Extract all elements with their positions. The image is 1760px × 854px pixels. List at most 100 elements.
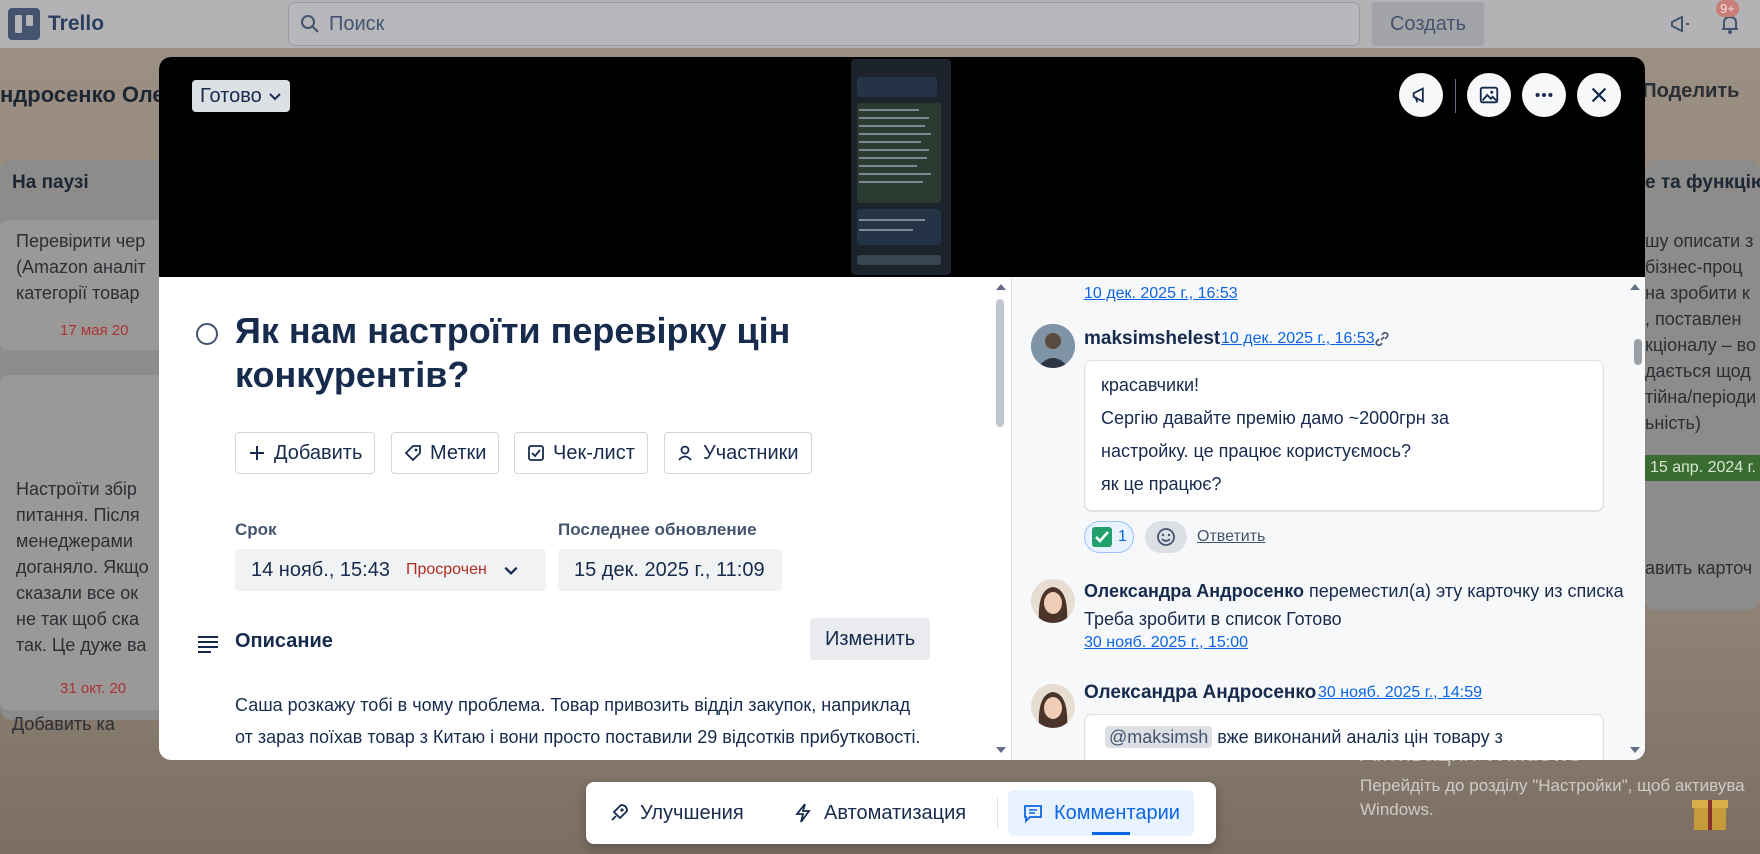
megaphone-icon[interactable]	[1668, 12, 1692, 36]
labels-button-label: Метки	[430, 441, 487, 464]
list-status-dropdown[interactable]: Готово	[192, 80, 290, 112]
list-status-label: Готово	[200, 84, 262, 107]
checklist-button-label: Чек-лист	[553, 441, 635, 464]
avatar[interactable]	[1031, 579, 1075, 623]
add-reaction-button[interactable]	[1145, 521, 1187, 553]
previous-activity-timestamp[interactable]: 10 дек. 2025 г., 16:53	[1084, 285, 1238, 303]
comment-body[interactable]: красавчики! Сергію давайте премію дамо ~…	[1084, 360, 1604, 511]
comment-line: настройку. це працює користуємось?	[1101, 441, 1411, 461]
megaphone-button[interactable]	[1399, 73, 1443, 117]
notification-badge: 9+	[1716, 0, 1739, 17]
reply-link[interactable]: Ответить	[1197, 528, 1265, 546]
lightning-icon	[795, 803, 811, 823]
scroll-up-arrow-icon[interactable]	[995, 283, 1007, 291]
board-card-text: Настроїти збір питання. Після менеджерам…	[16, 479, 149, 655]
chevron-down-icon	[269, 93, 281, 101]
comment-timestamp[interactable]: 30 нояб. 2025 г., 14:59	[1318, 684, 1482, 702]
board-card-text[interactable]: шу описати з бізнес-проц на зробити к , …	[1645, 228, 1756, 436]
left-scrollbar[interactable]	[996, 299, 1004, 427]
comment-timestamp[interactable]: 10 дек. 2025 г., 16:53	[1221, 330, 1375, 348]
overdue-badge: Просрочен	[405, 561, 487, 578]
comment-icon	[1024, 805, 1042, 824]
members-button-label: Участники	[703, 441, 799, 464]
description-text[interactable]: Саша розкажу тобі в чому проблема. Товар…	[235, 689, 925, 760]
list-title-right[interactable]: е та функцію	[1645, 172, 1760, 194]
add-card-button[interactable]: Добавить ка	[12, 714, 115, 735]
activity-timestamp[interactable]: 30 нояб. 2025 г., 15:00	[1084, 634, 1248, 652]
comments-tab-label: Комментарии	[1054, 801, 1180, 824]
reaction-button[interactable]: 1	[1084, 521, 1134, 553]
checklist-button[interactable]: Чек-лист	[514, 432, 648, 474]
comment-line: Сергію давайте премію дамо ~2000грн за	[1101, 408, 1449, 428]
card-title[interactable]: Як нам настроїти перевірку цін конкурент…	[235, 309, 855, 397]
scroll-down-arrow-icon[interactable]	[995, 746, 1007, 754]
list-title-on-pause[interactable]: На паузі	[12, 172, 89, 194]
labels-button[interactable]: Метки	[391, 432, 500, 474]
avatar[interactable]	[1031, 324, 1075, 368]
trello-logo[interactable]: Trello	[8, 8, 104, 40]
right-scrollbar[interactable]	[1634, 339, 1642, 365]
description-icon	[198, 636, 218, 653]
cover-screenshot-image	[851, 59, 951, 275]
avatar[interactable]	[1031, 684, 1075, 728]
board-title[interactable]: ндросенко Оле	[0, 82, 165, 108]
cover-image-button[interactable]	[1467, 73, 1511, 117]
search-input[interactable]: Поиск	[288, 2, 1360, 46]
comment-author[interactable]: maksimshelest	[1084, 328, 1220, 350]
board-card-text: Перевірити чер (Amazon аналіт категорії …	[16, 231, 146, 303]
close-icon	[1591, 87, 1607, 103]
reaction-count: 1	[1118, 528, 1127, 545]
image-icon	[1479, 86, 1499, 104]
comment-line: красавчики!	[1101, 375, 1200, 395]
plus-icon	[250, 446, 264, 460]
improvements-tab[interactable]: Улучшения	[594, 790, 758, 836]
scroll-down-arrow-icon[interactable]	[1629, 746, 1641, 754]
scroll-up-arrow-icon[interactable]	[1629, 283, 1641, 291]
comments-tab[interactable]: Комментарии	[1008, 790, 1194, 836]
cover-separator	[1455, 79, 1456, 113]
members-button[interactable]: Участники	[664, 432, 812, 474]
user-avatar-image	[1031, 579, 1075, 623]
last-updated-value: 15 дек. 2025 г., 11:09	[558, 549, 782, 591]
due-date-value: 14 нояб., 15:43	[251, 558, 390, 581]
description-heading: Описание	[235, 630, 333, 652]
complete-card-checkbox[interactable]	[196, 323, 218, 345]
check-mark-emoji-icon	[1092, 527, 1112, 547]
user-mention[interactable]: @maksimsh	[1105, 726, 1213, 748]
user-avatar-image	[1031, 324, 1075, 368]
board-card-due-date: 17 мая 20	[60, 322, 129, 339]
user-avatar-image	[1031, 684, 1075, 728]
board-card-due-date: 31 окт. 20	[60, 680, 127, 697]
add-button[interactable]: Добавить	[235, 432, 376, 474]
tag-icon	[404, 445, 421, 462]
more-icon	[1535, 92, 1553, 98]
gift-icon[interactable]	[1688, 790, 1732, 834]
bottom-nav-separator	[997, 798, 998, 828]
trello-logo-icon	[8, 8, 40, 40]
due-date-dropdown[interactable]: 14 нояб., 15:43 Просрочен	[235, 549, 546, 591]
top-navigation-bar: Trello Поиск Создать 9+	[0, 0, 1760, 48]
create-button[interactable]: Создать	[1372, 2, 1484, 46]
due-date-label: Срок	[235, 520, 277, 539]
card-detail-modal: Готово Як нам настроїти перевірку цін ко…	[159, 57, 1645, 760]
improvements-tab-label: Улучшения	[640, 801, 744, 824]
activity-author[interactable]: Олександра Андросенко	[1084, 581, 1304, 601]
app-name: Trello	[48, 12, 105, 35]
close-modal-button[interactable]	[1577, 73, 1621, 117]
automation-tab[interactable]: Автоматизация	[778, 790, 980, 836]
comment-author[interactable]: Олександра Андросенко	[1084, 682, 1316, 704]
board-card-date-badge: 15 апр. 2024 г.	[1642, 455, 1760, 481]
search-icon	[301, 15, 319, 33]
automation-tab-label: Автоматизация	[824, 801, 967, 824]
link-icon[interactable]	[1374, 331, 1390, 347]
add-button-label: Добавить	[274, 441, 363, 464]
activity-panel: 10 дек. 2025 г., 16:53 maksimshelest 10 …	[1012, 277, 1645, 760]
add-card-button[interactable]: авить карточ	[1645, 558, 1752, 579]
megaphone-icon	[1412, 87, 1424, 103]
comment-text: вже виконаний аналіз цін товару з	[1212, 727, 1503, 747]
card-cover[interactable]: Готово	[159, 57, 1645, 277]
more-actions-button[interactable]	[1522, 73, 1566, 117]
edit-description-button[interactable]: Изменить	[810, 618, 931, 660]
add-emoji-icon	[1157, 528, 1175, 546]
comment-body[interactable]: @maksimsh вже виконаний аналіз цін товар…	[1084, 714, 1604, 760]
